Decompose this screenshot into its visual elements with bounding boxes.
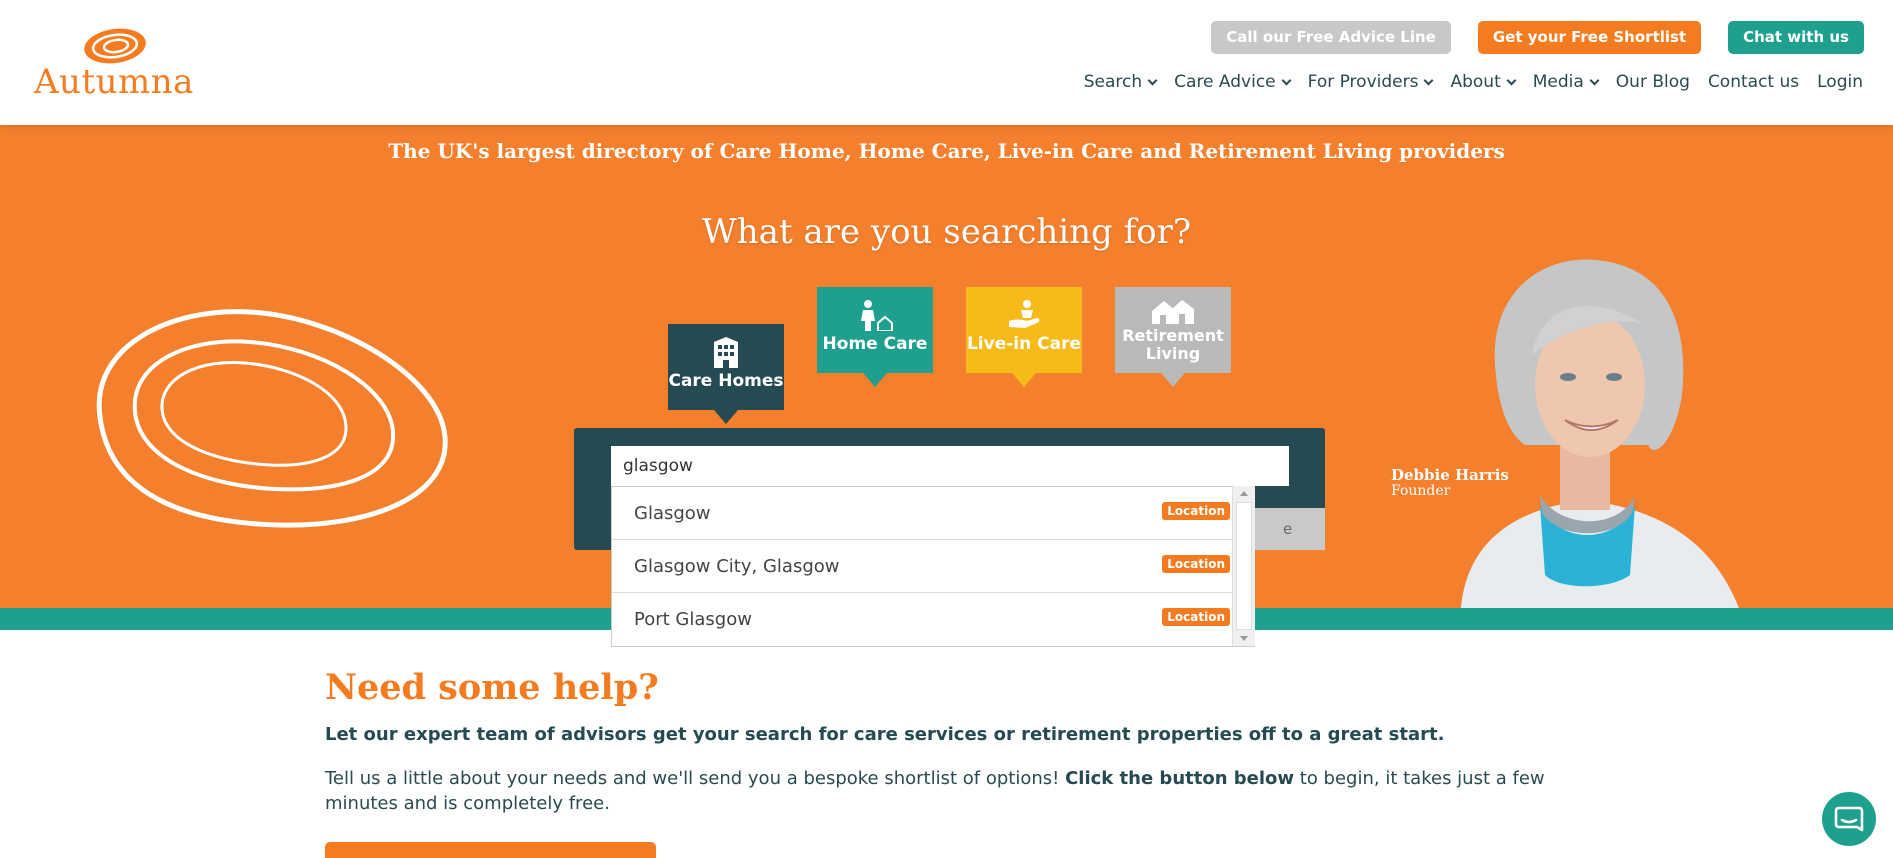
- main-nav: Search Care Advice For Providers About M…: [1084, 72, 1863, 92]
- scroll-up-arrow-icon[interactable]: [1240, 491, 1248, 496]
- header-action-buttons: Call our Free Advice Line Get your Free …: [1211, 21, 1864, 54]
- start-shortlist-button[interactable]: [325, 842, 656, 858]
- category-retirement-living[interactable]: Retirement Living: [1115, 287, 1231, 387]
- advice-line-button[interactable]: Call our Free Advice Line: [1211, 21, 1451, 54]
- nav-for-providers-label: For Providers: [1307, 72, 1419, 92]
- nav-about-label: About: [1450, 72, 1501, 92]
- help-body-part1: Tell us a little about your needs and we…: [325, 768, 1066, 789]
- founder-name: Debbie Harris: [1391, 466, 1509, 484]
- swirl-decoration-icon: [96, 309, 448, 528]
- autocomplete-option[interactable]: Port Glasgow Location: [612, 593, 1254, 646]
- hero-tagline: The UK's largest directory of Care Home,…: [388, 139, 1505, 163]
- category-care-homes[interactable]: Care Homes: [668, 324, 784, 424]
- help-body-text: Tell us a little about your needs and we…: [325, 766, 1595, 816]
- founder-role: Founder: [1391, 483, 1451, 499]
- help-body-bold: Click the button below: [1065, 768, 1295, 789]
- category-pointer: [1012, 373, 1036, 387]
- dropdown-scrollbar[interactable]: [1232, 486, 1255, 646]
- category-home-care[interactable]: Home Care: [817, 287, 933, 387]
- site-header: Autumna Call our Free Advice Line Get yo…: [0, 0, 1893, 125]
- category-care-homes-label: Care Homes: [668, 371, 784, 391]
- nav-media-label: Media: [1532, 72, 1584, 92]
- help-heading: Need some help?: [325, 667, 659, 708]
- autumna-logo[interactable]: Autumna: [34, 26, 194, 106]
- scroll-down-arrow-icon[interactable]: [1240, 636, 1248, 641]
- nav-search[interactable]: Search: [1083, 72, 1158, 92]
- autocomplete-option-label: Glasgow: [634, 503, 711, 524]
- chevron-down-icon: [1424, 75, 1434, 85]
- location-badge: Location: [1162, 555, 1230, 573]
- nav-for-providers[interactable]: For Providers: [1307, 72, 1434, 92]
- chevron-down-icon: [1281, 75, 1292, 85]
- chat-button[interactable]: Chat with us: [1728, 21, 1864, 54]
- free-shortlist-button[interactable]: Get your Free Shortlist: [1477, 21, 1702, 54]
- search-button[interactable]: e: [1253, 508, 1325, 550]
- logo-wordmark: Autumna: [34, 62, 194, 102]
- category-pointer: [714, 410, 738, 424]
- category-pointer: [1161, 373, 1185, 387]
- category-live-in-care[interactable]: Live-in Care: [966, 287, 1082, 387]
- autocomplete-option[interactable]: Glasgow Location: [612, 487, 1254, 540]
- scroll-thumb[interactable]: [1236, 502, 1252, 630]
- nav-search-label: Search: [1083, 72, 1143, 92]
- location-badge: Location: [1162, 608, 1230, 626]
- chat-launcher[interactable]: [1822, 792, 1876, 846]
- nav-media[interactable]: Media: [1532, 72, 1600, 92]
- caring-hand-icon: [1009, 300, 1040, 328]
- nav-login[interactable]: Login: [1817, 72, 1863, 92]
- location-badge: Location: [1162, 502, 1230, 520]
- category-retirement-label-line2: Living: [1145, 344, 1201, 363]
- autocomplete-option-label: Port Glasgow: [634, 609, 752, 630]
- category-home-care-label: Home Care: [822, 334, 928, 354]
- autocomplete-option-label: Glasgow City, Glasgow: [634, 556, 840, 577]
- nav-our-blog[interactable]: Our Blog: [1616, 72, 1690, 92]
- founder-portrait: [1460, 259, 1739, 608]
- houses-icon: [1152, 300, 1194, 324]
- nav-about[interactable]: About: [1450, 72, 1517, 92]
- chevron-down-icon: [1506, 75, 1517, 85]
- category-retirement-label-line1: Retirement: [1122, 326, 1224, 345]
- nav-care-advice-label: Care Advice: [1174, 72, 1276, 92]
- chat-icon: [1834, 806, 1864, 832]
- chevron-down-icon: [1589, 75, 1600, 85]
- nav-care-advice[interactable]: Care Advice: [1174, 72, 1292, 92]
- nav-contact-us[interactable]: Contact us: [1708, 72, 1799, 92]
- category-live-in-care-label: Live-in Care: [966, 334, 1082, 354]
- autocomplete-dropdown: Glasgow Location Glasgow City, Glasgow L…: [611, 486, 1255, 647]
- person-home-icon: [861, 300, 893, 331]
- category-pointer: [863, 373, 887, 387]
- help-lead-text: Let our expert team of advisors get your…: [325, 724, 1445, 745]
- autocomplete-option[interactable]: Glasgow City, Glasgow Location: [612, 540, 1254, 593]
- chevron-down-icon: [1147, 75, 1158, 85]
- autumna-logo-icon: [84, 28, 146, 64]
- location-search-input[interactable]: [611, 446, 1289, 486]
- building-icon: [714, 337, 738, 368]
